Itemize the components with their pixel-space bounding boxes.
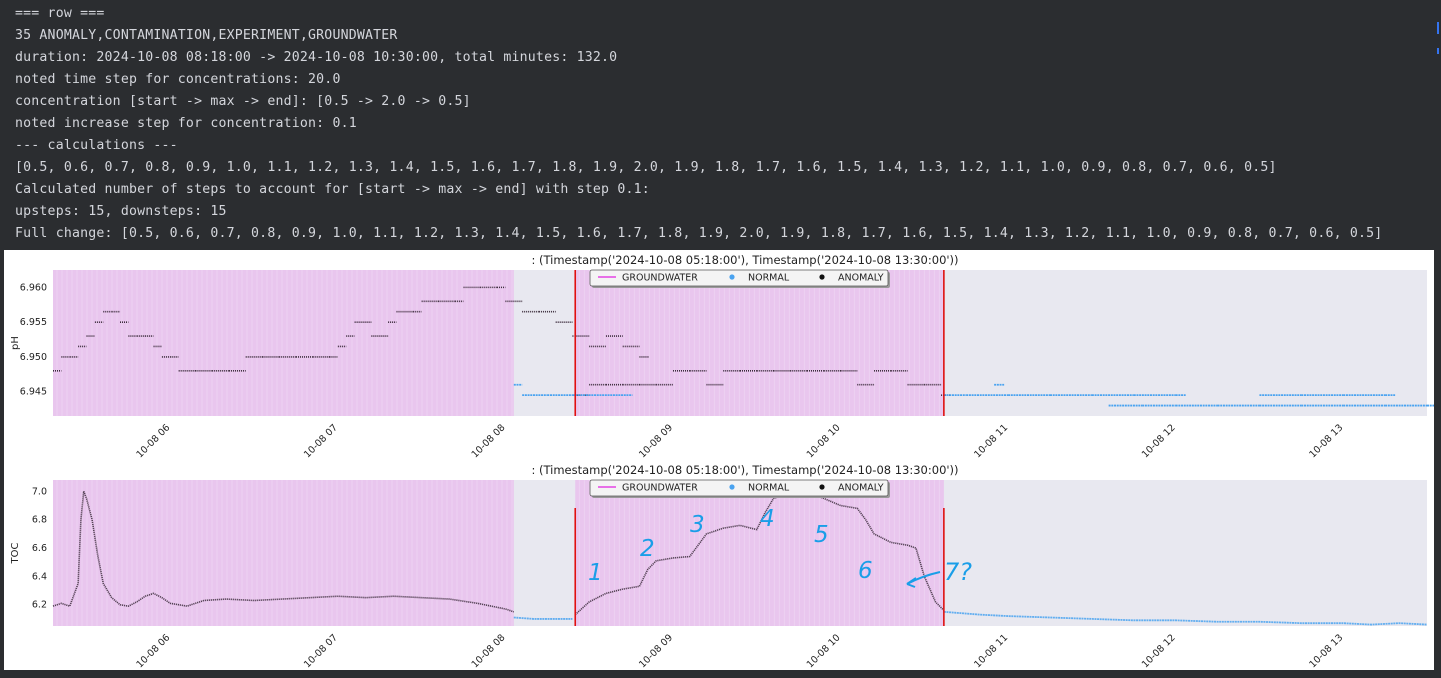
y-tick-label: 7.0 (32, 486, 47, 497)
x-tick-label: 10-08 12 (1140, 632, 1178, 670)
x-tick-label: 10-08 08 (470, 632, 508, 670)
legend-label: ANOMALY (838, 273, 884, 284)
y-tick-label: 6.2 (32, 600, 47, 611)
chart-title: : (Timestamp('2024-10-08 05:18:00'), Tim… (531, 253, 958, 267)
highlight-span (575, 270, 944, 416)
handwritten-annotation: 7? (944, 558, 972, 586)
legend-anomaly-swatch (819, 484, 825, 490)
legend-label: GROUNDWATER (622, 273, 698, 284)
legend-normal-swatch (729, 274, 735, 280)
handwritten-annotation: 1 (588, 560, 603, 586)
y-tick-label: 6.4 (32, 571, 47, 582)
y-tick-label: 6.6 (32, 543, 47, 554)
handwritten-annotation: 2 (640, 536, 655, 562)
console-line: Calculated number of steps to account fo… (15, 182, 650, 197)
y-axis-label: TOC (10, 543, 21, 565)
console-line: upsteps: 15, downsteps: 15 (15, 204, 227, 219)
handwritten-annotation: 6 (858, 558, 873, 584)
console-line: [0.5, 0.6, 0.7, 0.8, 0.9, 1.0, 1.1, 1.2,… (15, 160, 1277, 175)
y-tick-label: 6.960 (20, 282, 47, 293)
legend-label: GROUNDWATER (622, 483, 698, 494)
handwritten-annotation: 5 (814, 522, 829, 548)
console-output: === row === 35 ANOMALY,CONTAMINATION,EXP… (0, 0, 1441, 248)
x-tick-label: 10-08 07 (302, 632, 340, 670)
legend-label: ANOMALY (838, 483, 884, 494)
ph-chart: : (Timestamp('2024-10-08 05:18:00'), Tim… (10, 253, 1434, 460)
x-tick-label: 10-08 09 (637, 422, 675, 460)
console-line: --- calculations --- (15, 138, 178, 153)
chart-title: : (Timestamp('2024-10-08 05:18:00'), Tim… (531, 463, 958, 477)
legend-label: NORMAL (748, 483, 790, 494)
x-tick-label: 10-08 12 (1140, 422, 1178, 460)
x-tick-label: 10-08 06 (134, 632, 172, 670)
console-line: 35 ANOMALY,CONTAMINATION,EXPERIMENT,GROU… (15, 28, 398, 43)
x-tick-label: 10-08 10 (805, 632, 843, 670)
y-tick-label: 6.955 (20, 317, 47, 328)
legend-anomaly-swatch (819, 274, 825, 280)
console-line: duration: 2024-10-08 08:18:00 -> 2024-10… (15, 50, 618, 65)
x-tick-label: 10-08 13 (1307, 632, 1345, 670)
highlight-span (575, 480, 944, 626)
x-tick-label: 10-08 11 (972, 632, 1010, 670)
y-tick-label: 6.950 (20, 352, 47, 363)
console-line: === row === (15, 6, 105, 21)
console-line: concentration [start -> max -> end]: [0.… (15, 94, 471, 109)
y-tick-label: 6.8 (32, 515, 47, 526)
handwritten-annotation: 4 (760, 506, 775, 532)
scroll-marker[interactable] (1437, 22, 1439, 34)
legend-normal-swatch (729, 484, 735, 490)
x-tick-label: 10-08 06 (134, 422, 172, 460)
toc-chart: : (Timestamp('2024-10-08 05:18:00'), Tim… (10, 463, 1428, 670)
console-line: noted increase step for concentration: 0… (15, 116, 357, 131)
figure-output: : (Timestamp('2024-10-08 05:18:00'), Tim… (4, 250, 1434, 670)
x-tick-label: 10-08 08 (470, 422, 508, 460)
x-tick-label: 10-08 11 (972, 422, 1010, 460)
y-axis-label: pH (10, 336, 21, 350)
x-tick-label: 10-08 13 (1307, 422, 1345, 460)
console-line: Full change: [0.5, 0.6, 0.7, 0.8, 0.9, 1… (15, 226, 1383, 241)
handwritten-annotation: 3 (690, 512, 705, 538)
x-tick-label: 10-08 10 (805, 422, 843, 460)
x-tick-label: 10-08 09 (637, 632, 675, 670)
y-tick-label: 6.945 (20, 387, 47, 398)
x-tick-label: 10-08 07 (302, 422, 340, 460)
legend-label: NORMAL (748, 273, 790, 284)
console-line: noted time step for concentrations: 20.0 (15, 72, 341, 87)
scroll-marker[interactable] (1437, 48, 1439, 54)
